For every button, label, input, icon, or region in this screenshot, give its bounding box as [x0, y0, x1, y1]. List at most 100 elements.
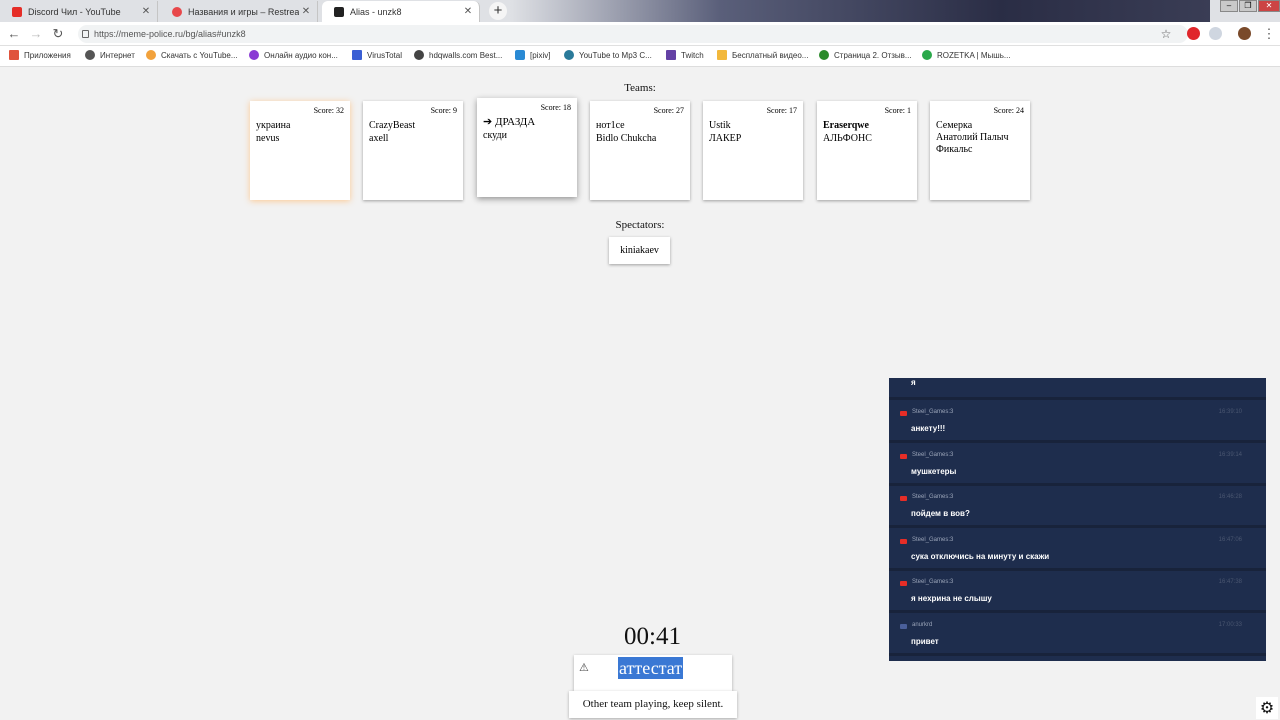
close-tab-icon[interactable]: ✕ [299, 6, 313, 17]
team-card[interactable]: Score: 17 Ustik ЛАКЕР [703, 101, 803, 200]
team-score: Score: 27 [653, 106, 684, 115]
bookmark-label: VirusTotal [367, 50, 402, 60]
bookmark-label: hdqwalls.com Best... [429, 50, 503, 60]
player-name: АЛЬФОНС [823, 133, 872, 144]
bookmark-item[interactable]: Онлайн аудио кон... [249, 50, 338, 60]
chat-message-text: я [911, 378, 916, 387]
browser-tab-alias[interactable]: Alias - unzk8 ✕ [322, 1, 480, 22]
chat-timestamp: 16:47:38 [1218, 579, 1242, 585]
reload-icon[interactable]: ↻ [50, 26, 66, 42]
youtube-icon [900, 496, 907, 501]
team-score: Score: 1 [884, 106, 911, 115]
audio-converter-icon [249, 50, 259, 60]
url-field[interactable]: https://meme-police.ru/bg/alias#unzk8 [78, 25, 1188, 43]
player-name: Bidlo Chukcha [596, 133, 657, 144]
team-card[interactable]: Score: 9 CrazyBeast axell [363, 101, 463, 200]
bookmark-label: Онлайн аудио кон... [264, 50, 338, 60]
download-site-icon [146, 50, 156, 60]
player-name: нот1се [596, 120, 625, 131]
bookmark-apps[interactable]: Приложения [9, 50, 71, 60]
spectators-heading: Spectators: [615, 219, 665, 231]
bookmark-item[interactable]: Страница 2. Отзыв... [819, 50, 912, 60]
team-score: Score: 17 [766, 106, 797, 115]
report-warning-icon[interactable]: ⚠ [579, 661, 589, 674]
rozetka-icon [922, 50, 932, 60]
spectator-card[interactable]: kiniakaev [609, 237, 670, 264]
chat-message: Steel_Games:3 16:46:28 пойдем в вов? [889, 488, 1266, 528]
bookmark-item[interactable]: Twitch [666, 50, 704, 60]
close-tab-icon[interactable]: ✕ [461, 6, 475, 17]
chat-username: Steel_Games:3 [912, 579, 954, 585]
stream-chat-overlay: я Steel_Games:3 16:39:10 анкету!!! Steel… [889, 378, 1266, 661]
profile-avatar-icon[interactable] [1238, 27, 1251, 40]
close-tab-icon[interactable]: ✕ [139, 6, 153, 17]
browser-tab-youtube[interactable]: Discord Чил - YouTube ✕ [0, 1, 158, 22]
player-name: Фикальс [936, 144, 973, 155]
bookmark-label: Приложения [24, 50, 71, 60]
bookmark-label: Страница 2. Отзыв... [834, 50, 912, 60]
team-card[interactable]: Score: 32 украина nevus [250, 101, 350, 200]
word-card[interactable]: ⚠ аттестат [574, 655, 732, 691]
player-name-active-turn: ➔ ДРАЗДА [483, 116, 536, 128]
bookmark-item[interactable]: VirusTotal [352, 50, 402, 60]
address-bar-row: ← → ↻ https://meme-police.ru/bg/alias#un… [0, 22, 1280, 46]
player-name: nevus [256, 133, 280, 144]
forward-arrow-icon[interactable]: → [28, 26, 44, 42]
bookmark-item[interactable]: Бесплатный видео... [717, 50, 808, 60]
globe-icon [414, 50, 424, 60]
youtube-icon [900, 454, 907, 459]
youtube-icon [12, 6, 22, 17]
player-name: CrazyBeast [369, 120, 416, 131]
minimize-button[interactable]: – [1220, 0, 1238, 12]
chat-timestamp: 16:39:10 [1218, 409, 1242, 415]
tab-bar-background-image [510, 0, 1210, 22]
youtube-icon [900, 581, 907, 586]
browser-tab-restream[interactable]: Названия и игры – Restream ✕ [160, 1, 318, 22]
globe-icon [85, 50, 95, 60]
current-word: аттестат [618, 657, 684, 679]
team-card-active[interactable]: Score: 18 ➔ ДРАЗДА скуди [477, 98, 577, 197]
new-tab-button[interactable]: + [489, 2, 507, 20]
window-controls: – ❐ ✕ [1219, 0, 1280, 12]
chat-message-text: анкету!!! [911, 424, 946, 433]
chat-message: anurkrd 17:00:33 привет [889, 616, 1266, 656]
folder-icon [717, 50, 727, 60]
chat-message: Steel_Games:3 16:39:14 мушкетеры [889, 446, 1266, 486]
team-card[interactable]: Score: 1 Eraserqwe АЛЬФОНС [817, 101, 917, 200]
shield-extension-icon[interactable] [1209, 27, 1222, 40]
opera-extension-icon[interactable] [1187, 27, 1200, 40]
maximize-button[interactable]: ❐ [1239, 0, 1257, 12]
team-score: Score: 32 [313, 106, 344, 115]
platform-icon [900, 624, 907, 629]
bookmark-item[interactable]: [pixiv] [515, 50, 550, 60]
bookmark-item[interactable]: Скачать с YouTube... [146, 50, 238, 60]
gear-icon[interactable]: ⚙ [1256, 697, 1278, 719]
close-window-button[interactable]: ✕ [1258, 0, 1280, 12]
menu-kebab-icon[interactable]: ⋮ [1261, 26, 1277, 42]
bookmark-label: Скачать с YouTube... [161, 50, 238, 60]
tab-title: Названия и игры – Restream [188, 6, 299, 17]
bookmark-star-icon[interactable]: ☆ [1158, 26, 1174, 42]
bookmark-label: Интернет [100, 50, 135, 60]
back-arrow-icon[interactable]: ← [6, 26, 22, 42]
player-name: ЛАКЕР [709, 133, 742, 144]
chat-message-text: я нехрина не слышу [911, 594, 992, 603]
team-card[interactable]: Score: 27 нот1се Bidlo Chukcha [590, 101, 690, 200]
chat-username: Steel_Games:3 [912, 537, 954, 543]
status-message: Other team playing, keep silent. [569, 691, 737, 718]
pixiv-icon [515, 50, 525, 60]
download-cloud-icon [564, 50, 574, 60]
player-name: axell [369, 133, 389, 144]
youtube-icon [900, 411, 907, 416]
chat-username: Steel_Games:3 [912, 494, 954, 500]
bookmark-item[interactable]: ROZETKA | Мышь... [922, 50, 1011, 60]
team-card[interactable]: Score: 24 Семерка Анатолий Палыч Фикальс [930, 101, 1030, 200]
player-name: украина [256, 120, 291, 131]
bookmark-item[interactable]: YouTube to Mp3 C... [564, 50, 652, 60]
bookmark-label: [pixiv] [530, 50, 551, 60]
bookmark-item[interactable]: hdqwalls.com Best... [414, 50, 502, 60]
chat-username: anurkrd [912, 622, 933, 628]
bookmark-label: Twitch [681, 50, 704, 60]
alias-icon [334, 6, 344, 17]
bookmark-item[interactable]: Интернет [85, 50, 135, 60]
